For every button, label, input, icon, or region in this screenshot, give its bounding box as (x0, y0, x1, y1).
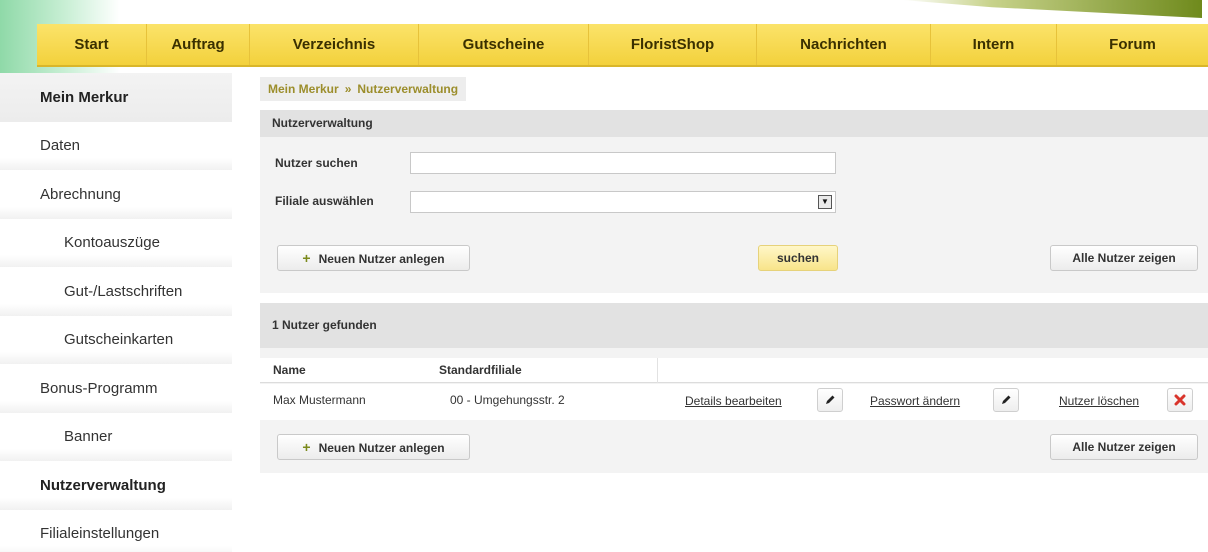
edit-details-button[interactable] (817, 388, 843, 412)
branch-select-label: Filiale auswählen (275, 194, 374, 208)
results-panel: 1 Nutzer gefunden Name Standardfiliale M… (260, 303, 1208, 473)
sidebar-item-filialeinstellungen[interactable]: Filialeinstellungen (0, 509, 232, 552)
sidebar-item-gutscheinkarten[interactable]: Gutscheinkarten (0, 315, 232, 364)
sidebar: Mein Merkur Daten Abrechnung Kontoauszüg… (0, 73, 232, 552)
sidebar-item-abrechnung[interactable]: Abrechnung (0, 170, 232, 219)
nav-item-auftrag[interactable]: Auftrag (147, 24, 250, 65)
sidebar-item-banner[interactable]: Banner (0, 412, 232, 461)
show-all-users-button-bottom[interactable]: Alle Nutzer zeigen (1050, 434, 1198, 460)
chevron-down-icon[interactable]: ▼ (818, 195, 832, 209)
nav-item-nachrichten[interactable]: Nachrichten (757, 24, 931, 65)
change-password-button[interactable] (993, 388, 1019, 412)
sidebar-item-nutzerverwaltung[interactable]: Nutzerverwaltung (0, 461, 232, 510)
sidebar-item-daten[interactable]: Daten (0, 121, 232, 170)
results-summary: 1 Nutzer gefunden (260, 303, 1208, 348)
user-branch-cell: 00 - Umgehungsstr. 2 (450, 393, 565, 407)
nav-item-verzeichnis[interactable]: Verzeichnis (250, 24, 419, 65)
new-user-button-bottom[interactable]: + Neuen Nutzer anlegen (277, 434, 470, 460)
change-password-link[interactable]: Passwort ändern (870, 394, 960, 408)
nav-item-floristshop[interactable]: FloristShop (589, 24, 757, 65)
delete-user-link[interactable]: Nutzer löschen (1059, 394, 1139, 408)
new-user-button[interactable]: + Neuen Nutzer anlegen (277, 245, 470, 271)
new-user-button-label: Neuen Nutzer anlegen (318, 252, 445, 266)
nav-item-intern[interactable]: Intern (931, 24, 1057, 65)
sidebar-item-gut-lastschriften[interactable]: Gut-/Lastschriften (0, 267, 232, 316)
close-icon (1174, 394, 1186, 406)
nav-item-start[interactable]: Start (37, 24, 147, 65)
plus-icon: + (302, 250, 311, 266)
search-button[interactable]: suchen (758, 245, 838, 271)
pencil-icon (826, 395, 835, 404)
main-navigation: Start Auftrag Verzeichnis Gutscheine Flo… (37, 24, 1208, 67)
table-row: Max Mustermann 00 - Umgehungsstr. 2 Deta… (260, 384, 1208, 420)
user-search-input[interactable] (410, 152, 836, 174)
plus-icon: + (302, 439, 311, 455)
show-all-users-button[interactable]: Alle Nutzer zeigen (1050, 245, 1198, 271)
breadcrumb-current: Nutzerverwaltung (357, 82, 459, 96)
header-decoration (0, 0, 1208, 90)
nav-item-forum[interactable]: Forum (1057, 24, 1208, 65)
user-name-cell: Max Mustermann (273, 393, 366, 407)
new-user-button-label: Neuen Nutzer anlegen (318, 441, 445, 455)
sidebar-item-bonus-programm[interactable]: Bonus-Programm (0, 364, 232, 413)
user-search-panel: Nutzerverwaltung Nutzer suchen Filiale a… (260, 110, 1208, 293)
sidebar-item-kontoauszuege[interactable]: Kontoauszüge (0, 218, 232, 267)
column-divider (657, 358, 658, 383)
panel-title: Nutzerverwaltung (260, 110, 1208, 137)
user-search-label: Nutzer suchen (275, 156, 358, 170)
breadcrumb: Mein Merkur » Nutzerverwaltung (260, 77, 467, 101)
sidebar-item-mein-merkur[interactable]: Mein Merkur (0, 73, 232, 122)
column-header-name[interactable]: Name (273, 363, 306, 377)
column-header-standardfiliale[interactable]: Standardfiliale (439, 363, 522, 377)
delete-user-button[interactable] (1167, 388, 1193, 412)
breadcrumb-root[interactable]: Mein Merkur (268, 82, 339, 96)
header-green-swoosh-right (902, 0, 1202, 18)
edit-details-link[interactable]: Details bearbeiten (685, 394, 782, 408)
breadcrumb-separator: » (344, 82, 352, 96)
branch-select[interactable]: ▼ (410, 191, 836, 213)
results-table-header: Name Standardfiliale (260, 358, 1208, 383)
pencil-icon (1002, 395, 1011, 404)
nav-item-gutscheine[interactable]: Gutscheine (419, 24, 589, 65)
